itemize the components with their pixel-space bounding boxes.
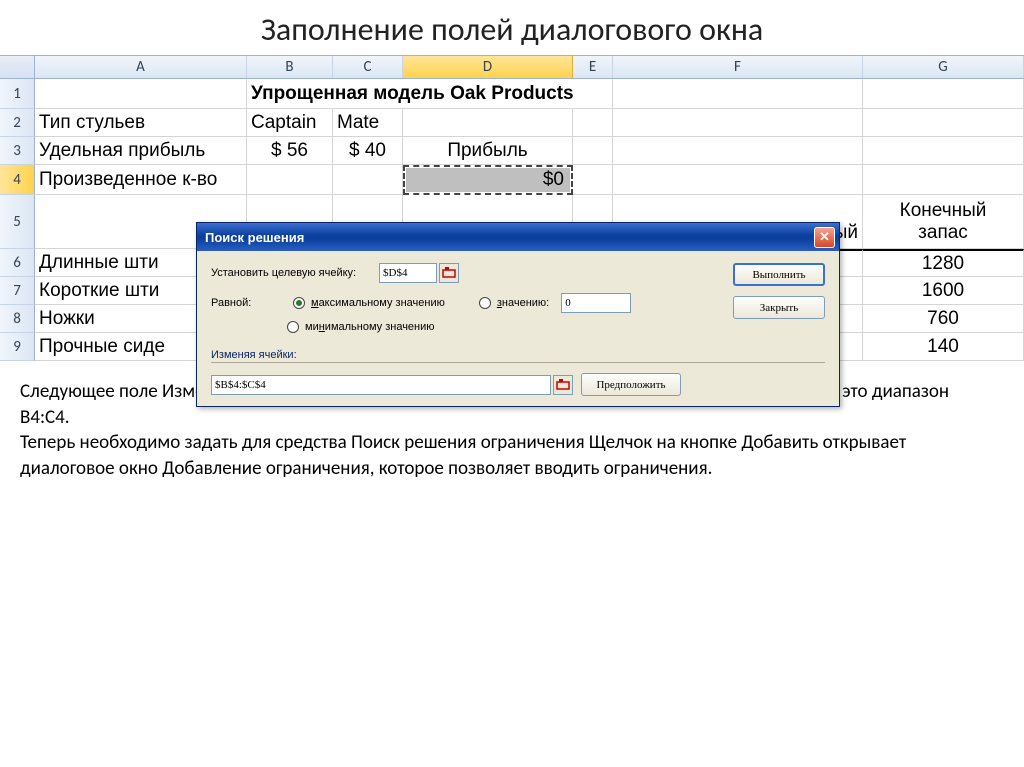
cell-d3[interactable]: Прибыль [403, 137, 573, 165]
cell-g7[interactable]: 1600 [863, 277, 1024, 305]
cell-f2[interactable] [613, 109, 863, 137]
execute-button[interactable]: Выполнить [733, 263, 825, 286]
col-header-g[interactable]: G [863, 56, 1024, 78]
cell-b1-title[interactable]: Упрощенная модель Oak Products [247, 79, 613, 109]
row-header-3[interactable]: 3 [0, 137, 35, 165]
radio-min[interactable] [287, 321, 299, 333]
col-header-f[interactable]: F [613, 56, 863, 78]
close-button[interactable]: ✕ [814, 227, 835, 248]
cell-f3[interactable] [613, 137, 863, 165]
slide-title: Заполнение полей диалогового окна [0, 0, 1024, 53]
changing-cells-label: Изменяя ячейки: [211, 349, 825, 363]
cell-a3[interactable]: Удельная прибыль [35, 137, 247, 165]
row-header-2[interactable]: 2 [0, 109, 35, 137]
row-header-7[interactable]: 7 [0, 277, 35, 305]
radio-value[interactable] [479, 297, 491, 309]
col-header-d[interactable]: D [403, 56, 573, 78]
refedit-icon [442, 266, 456, 280]
changing-refedit-button[interactable] [553, 375, 573, 395]
close-dialog-button[interactable]: Закрыть [733, 296, 825, 319]
target-cell-input[interactable] [379, 263, 437, 283]
cell-g6[interactable]: 1280 [863, 249, 1024, 277]
cell-g9[interactable]: 140 [863, 333, 1024, 361]
column-headers: A B C D E F G [0, 55, 1024, 79]
select-all-corner[interactable] [0, 56, 35, 78]
col-header-c[interactable]: C [333, 56, 403, 78]
target-refedit-button[interactable] [439, 263, 459, 283]
row-header-5[interactable]: 5 [0, 195, 35, 249]
suggest-button[interactable]: Предположить [581, 373, 681, 396]
cell-a2[interactable]: Тип стульев [35, 109, 247, 137]
row-header-1[interactable]: 1 [0, 79, 35, 109]
cell-a4[interactable]: Произведенное к-во [35, 165, 247, 195]
equal-label: Равной: [211, 297, 287, 309]
radio-value-label: значению: [497, 297, 549, 309]
radio-max-label: максимальному значению [311, 297, 445, 309]
changing-cells-input[interactable] [211, 375, 551, 395]
cell-a1[interactable] [35, 79, 247, 109]
cell-c2[interactable]: Mate [333, 109, 403, 137]
cell-g1[interactable] [863, 79, 1024, 109]
row-header-8[interactable]: 8 [0, 305, 35, 333]
cell-d2[interactable] [403, 109, 573, 137]
cell-e4[interactable] [573, 165, 613, 195]
cell-g4[interactable] [863, 165, 1024, 195]
cell-d4-value: $0 [406, 168, 570, 192]
close-icon: ✕ [819, 229, 830, 245]
cell-c3[interactable]: $ 40 [333, 137, 403, 165]
cell-d4[interactable]: $0 [403, 165, 573, 195]
col-header-a[interactable]: A [35, 56, 247, 78]
cell-g8[interactable]: 760 [863, 305, 1024, 333]
cell-b3[interactable]: $ 56 [247, 137, 333, 165]
target-cell-label: Установить целевую ячейку: [211, 267, 379, 279]
refedit-icon [556, 378, 570, 392]
radio-min-label: минимальному значению [305, 321, 435, 333]
dialog-title: Поиск решения [205, 230, 304, 245]
cell-g5[interactable]: Конечный запас [863, 195, 1024, 249]
dialog-titlebar[interactable]: Поиск решения ✕ [197, 223, 839, 251]
cell-e2[interactable] [573, 109, 613, 137]
cell-f1[interactable] [613, 79, 863, 109]
row-header-6[interactable]: 6 [0, 249, 35, 277]
cell-b2[interactable]: Captain [247, 109, 333, 137]
row-header-4[interactable]: 4 [0, 165, 35, 195]
radio-max[interactable] [293, 297, 305, 309]
solver-dialog: Поиск решения ✕ Выполнить Закрыть Устано… [196, 222, 840, 407]
cell-b4[interactable] [247, 165, 333, 195]
cell-g5-line1: Конечный [900, 200, 987, 222]
cell-g3[interactable] [863, 137, 1024, 165]
cell-f4[interactable] [613, 165, 863, 195]
cell-c4[interactable] [333, 165, 403, 195]
value-input[interactable] [561, 293, 631, 313]
col-header-e[interactable]: E [573, 56, 613, 78]
col-header-b[interactable]: B [247, 56, 333, 78]
row-header-9[interactable]: 9 [0, 333, 35, 361]
cell-g5-line2: запас [918, 222, 968, 244]
cell-g2[interactable] [863, 109, 1024, 137]
cell-e3[interactable] [573, 137, 613, 165]
